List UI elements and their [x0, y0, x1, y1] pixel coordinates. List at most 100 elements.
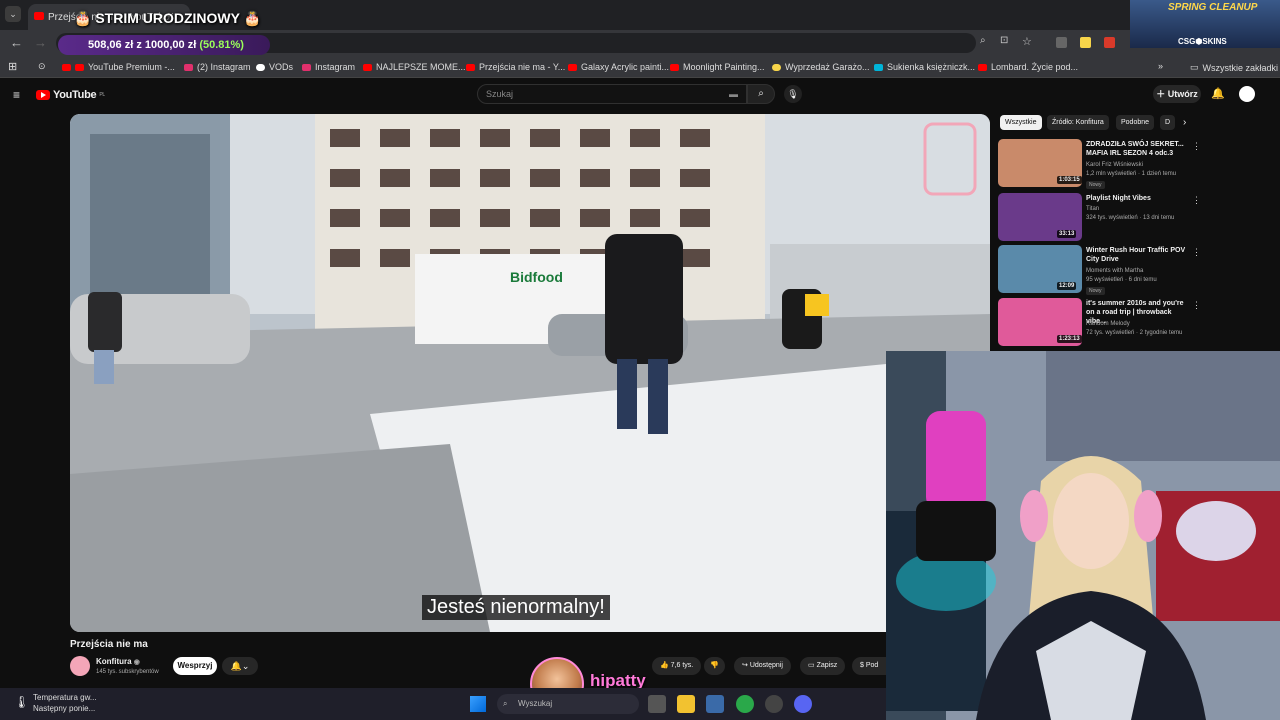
- bookmark-item[interactable]: Przejścia nie ma - Y...: [466, 62, 565, 72]
- share-button[interactable]: ↪ Udostępnij: [734, 657, 791, 675]
- bookmark-favicon-icon: [466, 63, 475, 71]
- extension-icon[interactable]: [1080, 37, 1091, 48]
- chevron-right-icon[interactable]: ›: [1183, 117, 1186, 128]
- bookmark-favicon-icon: [874, 63, 883, 71]
- chip-related[interactable]: Podobne: [1116, 115, 1155, 130]
- weather-icon[interactable]: 🌡: [14, 695, 29, 709]
- bookmark-favicon-icon: [256, 63, 265, 71]
- search-input[interactable]: Szukaj ▬: [477, 84, 747, 104]
- support-button[interactable]: Wesprzyj: [173, 657, 217, 675]
- apps-grid-icon[interactable]: ⊞: [8, 60, 17, 73]
- bookmark-item[interactable]: NAJLEPSZE MOME...: [363, 62, 466, 72]
- recommended-video[interactable]: 1:23:13 it's summer 2010s and you're on …: [998, 298, 1268, 346]
- file-explorer-icon[interactable]: [677, 695, 695, 713]
- bookmark-icon: ▭: [808, 662, 815, 669]
- bookmark-item[interactable]: Moonlight Painting...: [670, 62, 765, 72]
- voice-search-button[interactable]: 🎙: [784, 85, 802, 103]
- bookmark-item[interactable]: Sukienka księżniczk...: [874, 62, 975, 72]
- hamburger-menu-icon[interactable]: ≡: [13, 88, 20, 102]
- sponsor-banner: SPRING CLEANUP CSG⬢SKINS: [1130, 0, 1280, 48]
- bookmark-favicon-icon: [568, 63, 577, 71]
- weather-title[interactable]: Temperatura gw...: [33, 693, 97, 702]
- folder-icon: ▭: [1190, 62, 1199, 72]
- more-bookmarks-icon[interactable]: »: [1158, 61, 1163, 71]
- more-options-icon[interactable]: ⋮: [1192, 300, 1201, 311]
- mic-icon: 🎙: [787, 89, 799, 99]
- install-icon[interactable]: ⊡: [1000, 35, 1008, 46]
- bookmark-item[interactable]: VODs: [256, 62, 293, 72]
- bookmark-item[interactable]: Galaxy Acrylic painti...: [568, 62, 669, 72]
- youtube-play-icon: [36, 90, 50, 100]
- bell-icon: 🔔: [230, 661, 242, 671]
- thumbs-up-icon: 👍: [660, 662, 669, 669]
- weather-subtitle[interactable]: Następny ponie...: [33, 704, 95, 713]
- bookmark-item[interactable]: YouTube Premium -...: [62, 62, 175, 72]
- all-bookmarks-folder[interactable]: ▭ Wszystkie zakładki: [1190, 62, 1278, 73]
- bookmark-favicon-icon: [302, 63, 311, 71]
- notifications-icon[interactable]: 🔔: [1211, 87, 1225, 100]
- bookmark-item[interactable]: Instagram: [302, 62, 355, 72]
- more-options-icon[interactable]: ⋮: [1192, 195, 1201, 206]
- share-icon: ↪: [742, 662, 748, 669]
- task-view-icon[interactable]: [648, 695, 666, 713]
- verified-icon: ◉: [133, 659, 140, 666]
- zoom-icon[interactable]: ⌕: [980, 35, 986, 46]
- cake-icon: 🎂: [243, 10, 262, 26]
- recommended-video[interactable]: 1:03:15 ZDRADZIŁA SWÓJ SEKRET... MAFIA I…: [998, 139, 1268, 189]
- recommended-video[interactable]: 33:13 Playlist Night Vibes Titan 324 tys…: [998, 193, 1268, 241]
- subscription-bell-button[interactable]: 🔔⌄: [222, 657, 258, 675]
- store-icon[interactable]: [706, 695, 724, 713]
- stream-title-overlay: 🎂 STRIM URODZINOWY 🎂: [74, 10, 262, 26]
- channel-avatar[interactable]: [70, 656, 90, 676]
- bookmark-item[interactable]: Wyprzedaż Garażo...: [772, 62, 869, 72]
- bookmark-favicon-icon: [184, 63, 193, 71]
- bookmark-favicon-icon: [75, 63, 84, 71]
- bookmark-favicon-icon: [978, 63, 987, 71]
- video-title: Przejścia nie ma: [70, 639, 148, 650]
- search-icon: ⌕: [758, 88, 764, 99]
- extension-icon[interactable]: [1056, 37, 1067, 48]
- bookmarks-bar: ⊞ ⊙ YouTube Premium -... (2) Instagram V…: [0, 56, 1280, 78]
- bookmark-item[interactable]: Lombard. Życie pod...: [978, 62, 1078, 72]
- search-button[interactable]: ⌕: [747, 84, 775, 104]
- create-button[interactable]: ＋ Utwórz: [1153, 85, 1201, 103]
- youtube-logo[interactable]: YouTube PL: [36, 89, 105, 101]
- recommended-video[interactable]: 12:09 Winter Rush Hour Traffic POV City …: [998, 245, 1268, 295]
- forward-icon[interactable]: →: [34, 35, 47, 50]
- tab-search-icon[interactable]: ⌄: [5, 6, 21, 22]
- channel-name[interactable]: Konfitura ◉: [96, 657, 140, 666]
- youtube-favicon-icon: [34, 12, 44, 20]
- chevron-down-icon: ⌄: [241, 661, 250, 671]
- subscriber-count: 145 tys. subskrybentów: [96, 669, 159, 675]
- bookmark-star-icon[interactable]: ☆: [1022, 35, 1032, 48]
- bookmark-item[interactable]: (2) Instagram: [184, 62, 251, 72]
- search-icon: ⌕: [503, 699, 508, 708]
- dollar-icon: $: [860, 662, 864, 669]
- chrome-icon[interactable]: [736, 695, 754, 713]
- taskbar-search-input[interactable]: ⌕ Wyszukaj: [497, 694, 639, 714]
- svg-text:Bidfood: Bidfood: [510, 269, 563, 285]
- save-button[interactable]: ▭ Zapisz: [800, 657, 846, 675]
- extension-icon[interactable]: [1104, 37, 1115, 48]
- like-button[interactable]: 👍 7,6 tys.: [652, 657, 702, 675]
- keyboard-icon[interactable]: ▬: [729, 85, 738, 103]
- video-subtitle: Jesteś nienormalny!: [422, 595, 610, 620]
- more-options-icon[interactable]: ⋮: [1192, 141, 1201, 152]
- video-player[interactable]: Bidfood: [70, 114, 990, 632]
- webcam-overlay: [886, 351, 1280, 720]
- app-icon[interactable]: [765, 695, 783, 713]
- cake-icon: 🎂: [74, 10, 92, 26]
- support-dollar-button[interactable]: $ Pod: [852, 657, 886, 675]
- avatar[interactable]: [1239, 86, 1255, 102]
- discord-icon[interactable]: [794, 695, 812, 713]
- chip-more[interactable]: D: [1160, 115, 1176, 130]
- more-options-icon[interactable]: ⋮: [1192, 247, 1201, 258]
- back-icon[interactable]: ←: [10, 35, 23, 50]
- chip-from-channel[interactable]: Źródło: Konfitura: [1047, 115, 1109, 130]
- dislike-button[interactable]: 👎: [704, 657, 725, 675]
- windows-start-icon[interactable]: [470, 696, 486, 712]
- thumbs-down-icon: 👎: [710, 662, 719, 669]
- bookmark-icon[interactable]: ⊙: [38, 61, 46, 72]
- chip-all[interactable]: Wszystkie: [1000, 115, 1042, 130]
- bookmark-favicon-icon: [772, 63, 781, 71]
